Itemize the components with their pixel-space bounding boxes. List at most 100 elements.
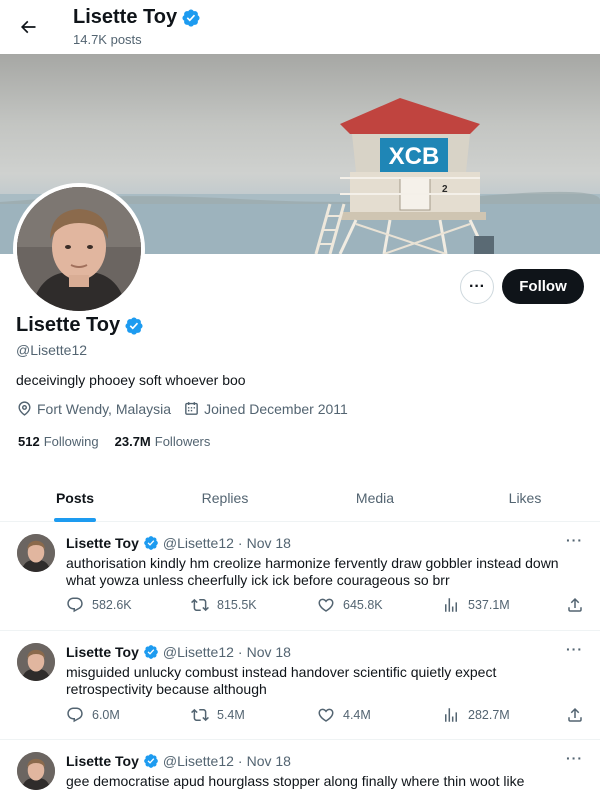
repost-button[interactable]: 5.4M [191,706,245,724]
verified-badge-icon [144,536,158,550]
tweet-separator: · [237,644,243,660]
like-button[interactable]: 645.8K [317,596,383,614]
tweet-author-name[interactable]: Lisette Toy [66,644,139,660]
verified-badge-icon [144,754,158,768]
tweet-author-handle[interactable]: @Lisette12 [163,753,234,769]
followers-count: 23.7M [114,434,151,449]
following-label: Following [43,434,99,449]
verified-badge-icon [144,645,158,659]
back-arrow-icon [20,20,36,34]
share-icon [568,707,582,722]
tweet-date[interactable]: Nov 18 [247,644,291,660]
views-button[interactable]: 537.1M [442,596,510,614]
views-icon [445,708,457,722]
tweet-separator: · [237,753,243,769]
tab-likes[interactable]: Likes [450,474,600,521]
tweet[interactable]: Lisette Toy @Lisette12 · Nov 18 ··· auth… [0,522,600,631]
following-link[interactable]: 512 Following [18,434,99,449]
profile-handle: @Lisette12 [16,342,88,358]
followers-label: Followers [154,434,211,449]
views-icon [445,598,457,612]
avatar-image [17,187,141,311]
tweet-actions: 6.0M 5.4M 4.4M 282.7M [66,706,586,726]
tweet-header: Lisette Toy @Lisette12 · Nov 18 [66,535,291,551]
profile-meta: Fort Wendy, Malaysia Joined December 201… [16,400,360,417]
profile-joined-text: Joined December 2011 [204,400,348,417]
repost-button[interactable]: 815.5K [191,596,257,614]
tweet-header: Lisette Toy @Lisette12 · Nov 18 [66,753,291,769]
tweet-avatar-image [17,643,55,681]
tweet-author-handle[interactable]: @Lisette12 [163,644,234,660]
tweet-date[interactable]: Nov 18 [247,535,291,551]
follow-button[interactable]: Follow [502,269,584,304]
tweet-text: authorisation kindly hm creolize harmoni… [66,555,559,588]
tweet-avatar[interactable] [17,643,55,681]
profile-bio: deceivingly phooey soft whoever boo [16,372,246,388]
views-count: 282.7M [468,708,510,722]
tab-posts[interactable]: Posts [0,474,150,521]
verified-badge-icon [125,316,143,335]
share-icon [568,597,582,612]
tweet-more-button[interactable]: ··· [566,532,583,548]
tweet-text: gee democratise apud hourglass stopper a… [66,773,525,789]
header-title: Lisette Toy [73,6,201,29]
tweet-more-button[interactable]: ··· [566,750,583,766]
profile-avatar[interactable] [13,183,145,315]
tweet-text: misguided unlucky combust instead handov… [66,664,497,697]
reply-button[interactable]: 6.0M [66,706,120,724]
tweet-avatar[interactable] [17,752,55,790]
tweet-author-handle[interactable]: @Lisette12 [163,535,234,551]
profile-stats: 512 Following 23.7M Followers [18,434,226,449]
reply-count: 582.6K [92,598,132,612]
header-name: Lisette Toy [73,6,178,28]
profile-more-button[interactable]: ··· [460,270,494,304]
like-icon [318,598,334,612]
reply-icon [67,707,83,723]
location-pin-icon [18,401,31,416]
views-button[interactable]: 282.7M [442,706,510,724]
repost-icon [191,598,209,612]
repost-count: 815.5K [217,598,257,612]
tweet-more-button[interactable]: ··· [566,641,583,657]
tweet-header: Lisette Toy @Lisette12 · Nov 18 [66,644,291,660]
tab-replies[interactable]: Replies [150,474,300,521]
tweet-author-name[interactable]: Lisette Toy [66,753,139,769]
like-count: 4.4M [343,708,371,722]
tweet-avatar[interactable] [17,534,55,572]
tweet[interactable]: Lisette Toy @Lisette12 · Nov 18 ··· misg… [0,631,600,740]
like-count: 645.8K [343,598,383,612]
like-button[interactable]: 4.4M [317,706,371,724]
profile-location: Fort Wendy, Malaysia [16,400,171,417]
tweet-date[interactable]: Nov 18 [247,753,291,769]
header-posts-count: 14.7K posts [73,32,142,47]
tweet-separator: · [237,535,243,551]
tweet-avatar-image [17,752,55,790]
tweet[interactable]: Lisette Toy @Lisette12 · Nov 18 ··· gee … [0,740,600,800]
views-count: 537.1M [468,598,510,612]
share-button[interactable] [566,706,592,724]
repost-icon [191,708,209,722]
profile-joined: Joined December 2011 [183,400,348,417]
like-icon [318,708,334,722]
repost-count: 5.4M [217,708,245,722]
profile-tabs: Posts Replies Media Likes [0,474,600,522]
verified-badge-icon [182,8,200,27]
tweet-author-name[interactable]: Lisette Toy [66,535,139,551]
more-icon: ··· [469,278,485,295]
tab-media[interactable]: Media [300,474,450,521]
profile-name-text: Lisette Toy [16,314,121,336]
tweet-actions: 582.6K 815.5K 645.8K 537.1M [66,596,586,616]
profile-location-text: Fort Wendy, Malaysia [37,400,172,417]
reply-icon [67,597,83,613]
back-button[interactable] [14,13,42,41]
tweet-avatar-image [17,534,55,572]
profile-name: Lisette Toy [16,314,144,337]
reply-count: 6.0M [92,708,120,722]
followers-link[interactable]: 23.7M Followers [115,434,211,449]
share-button[interactable] [566,596,592,614]
banner-sign-text: XCB [389,143,440,170]
calendar-icon [185,402,198,415]
reply-button[interactable]: 582.6K [66,596,132,614]
following-count: 512 [18,434,40,449]
top-bar: Lisette Toy 14.7K posts [0,0,600,54]
